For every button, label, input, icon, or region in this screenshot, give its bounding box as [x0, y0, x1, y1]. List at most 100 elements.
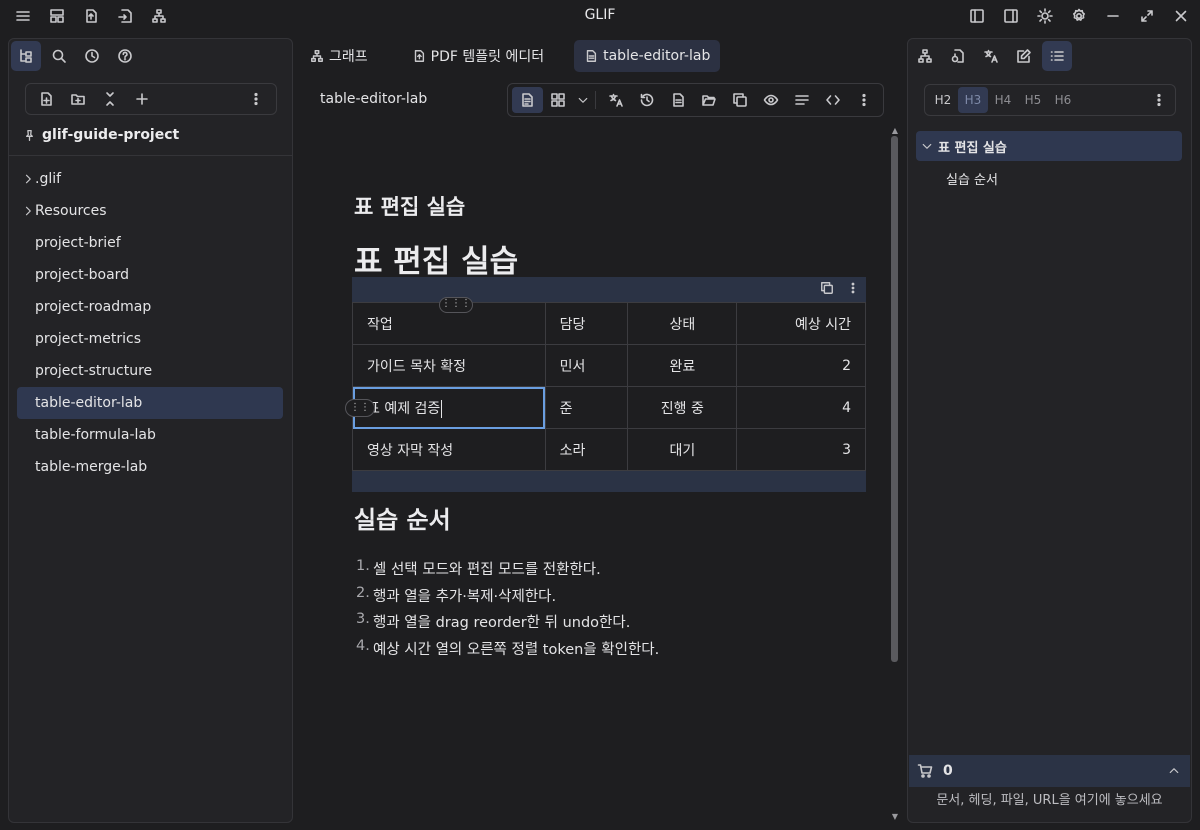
chevron-down-icon[interactable] [920, 140, 934, 152]
outline-list-icon[interactable] [1042, 41, 1072, 71]
history-icon[interactable] [631, 87, 662, 113]
page-icon[interactable] [662, 87, 693, 113]
row-drag-handle[interactable]: ⋮⋮ [345, 399, 375, 417]
heading-level-bar: H2 H3 H4 H5 H6 [924, 84, 1176, 116]
table-cell-editing[interactable]: 표 예제 검증 [352, 386, 546, 429]
file-actions-bar [25, 83, 277, 115]
settings-gear-icon[interactable] [1064, 4, 1094, 28]
tree-folder-glif[interactable]: .glif [17, 163, 283, 195]
outline-item[interactable]: 표 편집 실습 [916, 131, 1182, 161]
edit-icon[interactable] [1009, 41, 1039, 71]
editor-scrollbar-thumb[interactable] [891, 136, 898, 662]
tree-file-project-structure[interactable]: project-structure [17, 355, 283, 387]
more-vertical-icon[interactable] [1146, 87, 1172, 113]
minimize-icon[interactable] [1098, 4, 1128, 28]
table-header-cell[interactable]: 상태 [627, 302, 738, 345]
table-cell[interactable]: 소라 [544, 428, 629, 471]
heading-level-h5[interactable]: H5 [1018, 87, 1048, 113]
sidebar-divider [9, 155, 292, 156]
table-cell[interactable]: 완료 [627, 344, 738, 387]
table-cell[interactable]: 2 [736, 344, 866, 387]
graph-icon[interactable] [910, 41, 940, 71]
tree-file-table-editor-lab[interactable]: table-editor-lab [17, 387, 283, 419]
file-tree-icon[interactable] [11, 41, 41, 71]
table-cell[interactable]: 3 [736, 428, 866, 471]
tree-file-table-formula-lab[interactable]: table-formula-lab [17, 419, 283, 451]
outline-item[interactable]: 실습 순서 [916, 163, 1182, 193]
chevron-down-icon[interactable] [574, 87, 591, 113]
sitemap-icon[interactable] [144, 4, 174, 28]
drop-zone-hint[interactable]: 문서, 헤딩, 파일, URL을 여기에 놓으세요 [909, 789, 1190, 808]
tree-file-project-board[interactable]: project-board [17, 259, 283, 291]
tree-file-project-roadmap[interactable]: project-roadmap [17, 291, 283, 323]
table-cell[interactable]: 진행 중 [627, 386, 738, 429]
collapse-all-icon[interactable] [94, 86, 126, 112]
theme-sun-icon[interactable] [1030, 4, 1060, 28]
list-item[interactable]: 3. 행과 열을 drag reorder한 뒤 undo한다. [356, 611, 659, 638]
tree-file-project-brief[interactable]: project-brief [17, 227, 283, 259]
linked-file-icon[interactable] [943, 41, 973, 71]
list-item[interactable]: 2. 행과 열을 추가·복제·삭제한다. [356, 585, 659, 612]
tree-folder-resources[interactable]: Resources [17, 195, 283, 227]
more-vertical-icon[interactable] [240, 86, 272, 112]
history-clock-icon[interactable] [77, 41, 107, 71]
list-item[interactable]: 1. 셀 선택 모드와 편집 모드를 전환한다. [356, 558, 659, 585]
heading-level-h6[interactable]: H6 [1048, 87, 1078, 113]
column-drag-handle[interactable]: ⋮⋮⋮ [439, 297, 473, 313]
close-icon[interactable] [1166, 4, 1196, 28]
heading-level-h4[interactable]: H4 [988, 87, 1018, 113]
menu-icon[interactable] [8, 4, 38, 28]
import-file-icon[interactable] [110, 4, 140, 28]
preview-eye-icon[interactable] [755, 87, 786, 113]
table-cell[interactable]: 영상 자막 작성 [352, 428, 546, 471]
heading-3[interactable]: 표 편집 실습 [354, 191, 465, 221]
copy-icon[interactable] [724, 87, 755, 113]
more-vertical-icon[interactable] [848, 87, 879, 113]
export-file-icon[interactable] [76, 4, 106, 28]
search-icon[interactable] [44, 41, 74, 71]
new-folder-icon[interactable] [62, 86, 94, 112]
table-more-icon[interactable] [842, 277, 864, 299]
chevron-up-icon[interactable] [1168, 765, 1180, 777]
heading-level-h3[interactable]: H3 [958, 87, 988, 113]
folder-open-icon[interactable] [693, 87, 724, 113]
project-root[interactable]: glif-guide-project [23, 127, 179, 143]
toggle-right-panel-icon[interactable] [996, 4, 1026, 28]
table-cell[interactable]: 민서 [544, 344, 629, 387]
align-left-icon[interactable] [786, 87, 817, 113]
scroll-up-arrow[interactable]: ▲ [890, 126, 900, 136]
heading-2[interactable]: 실습 순서 [354, 500, 451, 535]
toggle-left-panel-icon[interactable] [962, 4, 992, 28]
table-cell[interactable]: 가이드 목차 확정 [352, 344, 546, 387]
cart-bar[interactable]: 0 [909, 755, 1190, 787]
document-outline: 표 편집 실습 실습 순서 [916, 131, 1182, 193]
outline-item-label: 실습 순서 [946, 172, 998, 188]
help-icon[interactable] [110, 41, 140, 71]
tree-item-label: project-metrics [35, 331, 142, 347]
table-cell[interactable]: 대기 [627, 428, 738, 471]
tree-file-project-metrics[interactable]: project-metrics [17, 323, 283, 355]
grid-view-icon[interactable] [543, 87, 574, 113]
tab-table-editor-lab[interactable]: table-editor-lab [574, 40, 721, 72]
code-icon[interactable] [817, 87, 848, 113]
tab-graph[interactable]: 그래프 [300, 40, 378, 72]
translate-icon[interactable] [600, 87, 631, 113]
tab-pdf-template-editor[interactable]: PDF 템플릿 에디터 [402, 40, 554, 72]
translate-icon[interactable] [976, 41, 1006, 71]
table-cell[interactable]: 준 [544, 386, 629, 429]
heading-1[interactable]: 표 편집 실습 [354, 236, 518, 281]
list-item[interactable]: 4. 예상 시간 열의 오른쪽 정렬 token을 확인한다. [356, 638, 659, 665]
new-file-icon[interactable] [30, 86, 62, 112]
layout-icon[interactable] [42, 4, 72, 28]
add-icon[interactable] [126, 86, 158, 112]
maximize-icon[interactable] [1132, 4, 1162, 28]
table-header-cell[interactable]: 예상 시간 [736, 302, 866, 345]
table-cell[interactable]: 4 [736, 386, 866, 429]
copy-table-icon[interactable] [816, 277, 838, 299]
heading-level-h2[interactable]: H2 [928, 87, 958, 113]
scroll-down-arrow[interactable]: ▼ [890, 812, 900, 822]
tree-file-table-merge-lab[interactable]: table-merge-lab [17, 451, 283, 483]
cell-text: 표 예제 검증 [367, 400, 441, 417]
table-header-cell[interactable]: 담당 [544, 302, 629, 345]
document-view-icon[interactable] [512, 87, 543, 113]
